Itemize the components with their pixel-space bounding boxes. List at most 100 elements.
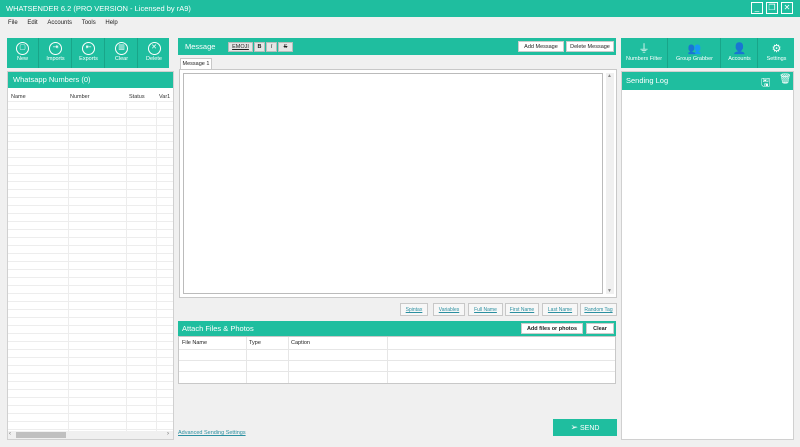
column-status[interactable]: Status (129, 94, 145, 100)
grid-row-line (8, 349, 173, 350)
delete-label: Delete (146, 56, 162, 62)
column-file-name[interactable]: File Name (182, 340, 207, 346)
group-grabber-label: Group Grabber (676, 56, 713, 62)
row-divider (179, 371, 615, 372)
group-grabber-button[interactable]: 👥 Group Grabber (669, 38, 721, 68)
restore-button[interactable]: ❐ (766, 2, 778, 14)
strike-button[interactable]: S (278, 42, 293, 52)
file-icon: ▢ (16, 42, 29, 55)
column-number[interactable]: Number (70, 94, 90, 100)
grid-row-line (8, 293, 173, 294)
emoji-button[interactable]: EMOJI (228, 42, 253, 52)
column-name[interactable]: Name (11, 94, 26, 100)
row-divider (179, 360, 615, 361)
last-name-button[interactable]: Last Name (542, 303, 578, 316)
grid-row-line (8, 397, 173, 398)
numbers-filter-button[interactable]: ⏚ Numbers Filter (621, 38, 668, 68)
variables-button[interactable]: Variables (433, 303, 465, 316)
left-toolbar: ▢ New ⇥ Imports ⇤ Exports ▥ Clear ✕ Dele… (7, 38, 169, 68)
menu-edit[interactable]: Edit (27, 17, 37, 29)
row-divider (179, 349, 615, 350)
scroll-down-icon[interactable]: ▼ (607, 288, 612, 294)
grid-row-line (8, 101, 173, 102)
numbers-filter-label: Numbers Filter (625, 56, 663, 62)
grid-row-line (8, 109, 173, 110)
accounts-button[interactable]: 👤 Accounts (722, 38, 758, 68)
send-button[interactable]: ➢ SEND (553, 419, 617, 436)
column-type[interactable]: Type (249, 340, 261, 346)
clear-button[interactable]: ▥ Clear (106, 38, 138, 68)
scrollbar-thumb[interactable] (16, 432, 66, 438)
gear-icon: ⚙ (771, 43, 782, 55)
menu-tools[interactable]: Tools (82, 17, 96, 29)
grid-row-line (8, 277, 173, 278)
grid-row-line (8, 413, 173, 414)
spintax-button[interactable]: Spintax (400, 303, 428, 316)
delete-button[interactable]: ✕ Delete (139, 38, 169, 68)
save-icon[interactable]: 🖫 (761, 74, 770, 93)
attach-table: File Name Type Caption (178, 336, 616, 384)
account-add-icon: 👤 (732, 43, 747, 55)
grid-row-line (8, 165, 173, 166)
italic-button[interactable]: I (266, 42, 277, 52)
close-button[interactable]: ✕ (781, 2, 793, 14)
bold-button[interactable]: B (254, 42, 265, 52)
message-input[interactable] (183, 73, 603, 294)
grid-row-line (8, 133, 173, 134)
grid-row-line (8, 317, 173, 318)
settings-label: Settings (766, 56, 787, 62)
column-caption[interactable]: Caption (291, 340, 310, 346)
grid-row-line (8, 213, 173, 214)
grid-row-line (8, 157, 173, 158)
grid-row-line (8, 173, 173, 174)
add-message-button[interactable]: Add Message (518, 41, 564, 52)
menu-accounts[interactable]: Accounts (47, 17, 72, 29)
column-var1[interactable]: Var1 (159, 94, 170, 100)
settings-button[interactable]: ⚙ Settings (759, 38, 794, 68)
right-toolbar: ⏚ Numbers Filter 👥 Group Grabber 👤 Accou… (621, 38, 794, 68)
trash-icon[interactable]: 🗑 (779, 74, 792, 85)
attach-clear-button[interactable]: Clear (586, 323, 614, 334)
new-button[interactable]: ▢ New (7, 38, 39, 68)
attach-header: Attach Files & Photos Add files or photo… (178, 321, 616, 336)
message-scrollbar[interactable] (606, 73, 614, 294)
numbers-panel: Whatsapp Numbers (0) Name Number Status … (7, 71, 174, 440)
first-name-button[interactable]: First Name (505, 303, 539, 316)
tab-message-1[interactable]: Message 1 (180, 58, 212, 69)
message-header: Message EMOJI B I S Add Message Delete M… (178, 38, 616, 55)
grid-row-line (8, 149, 173, 150)
menu-file[interactable]: File (8, 17, 18, 29)
grid-row-line (8, 141, 173, 142)
grid-row-line (8, 221, 173, 222)
menu-help[interactable]: Help (105, 17, 117, 29)
clear-label: Clear (114, 56, 129, 62)
minimize-button[interactable]: _ (751, 2, 763, 14)
export-icon: ⇤ (82, 42, 95, 55)
grid-row-line (8, 261, 173, 262)
delete-message-button[interactable]: Delete Message (566, 41, 614, 52)
grid-row-line (8, 117, 173, 118)
grid-row-line (8, 301, 173, 302)
attach-title: Attach Files & Photos (182, 324, 254, 333)
scroll-right-icon[interactable]: › (167, 431, 169, 437)
full-name-button[interactable]: Full Name (468, 303, 503, 316)
scroll-left-icon[interactable]: ‹ (9, 431, 11, 437)
exports-button[interactable]: ⇤ Exports (73, 38, 105, 68)
grid-row-line (8, 205, 173, 206)
grid-row-line (8, 405, 173, 406)
imports-button[interactable]: ⇥ Imports (40, 38, 72, 68)
send-label: SEND (580, 425, 600, 432)
grid-row-line (8, 333, 173, 334)
add-files-button[interactable]: Add files or photos (521, 323, 583, 334)
grid-row-line (8, 229, 173, 230)
title-bar: WHATSENDER 6.2 (PRO VERSION - Licensed b… (0, 0, 800, 17)
random-tag-button[interactable]: Random Tag (580, 303, 617, 316)
grid-row-line (8, 237, 173, 238)
grid-row-line (8, 429, 173, 430)
close-circle-icon: ✕ (147, 42, 161, 55)
message-title: Message (185, 42, 216, 51)
scroll-up-icon[interactable]: ▲ (607, 73, 612, 79)
advanced-settings-link[interactable]: Advanced Sending Settings (178, 430, 246, 436)
filter-icon: ⏚ (638, 43, 650, 55)
grid-row-line (8, 181, 173, 182)
